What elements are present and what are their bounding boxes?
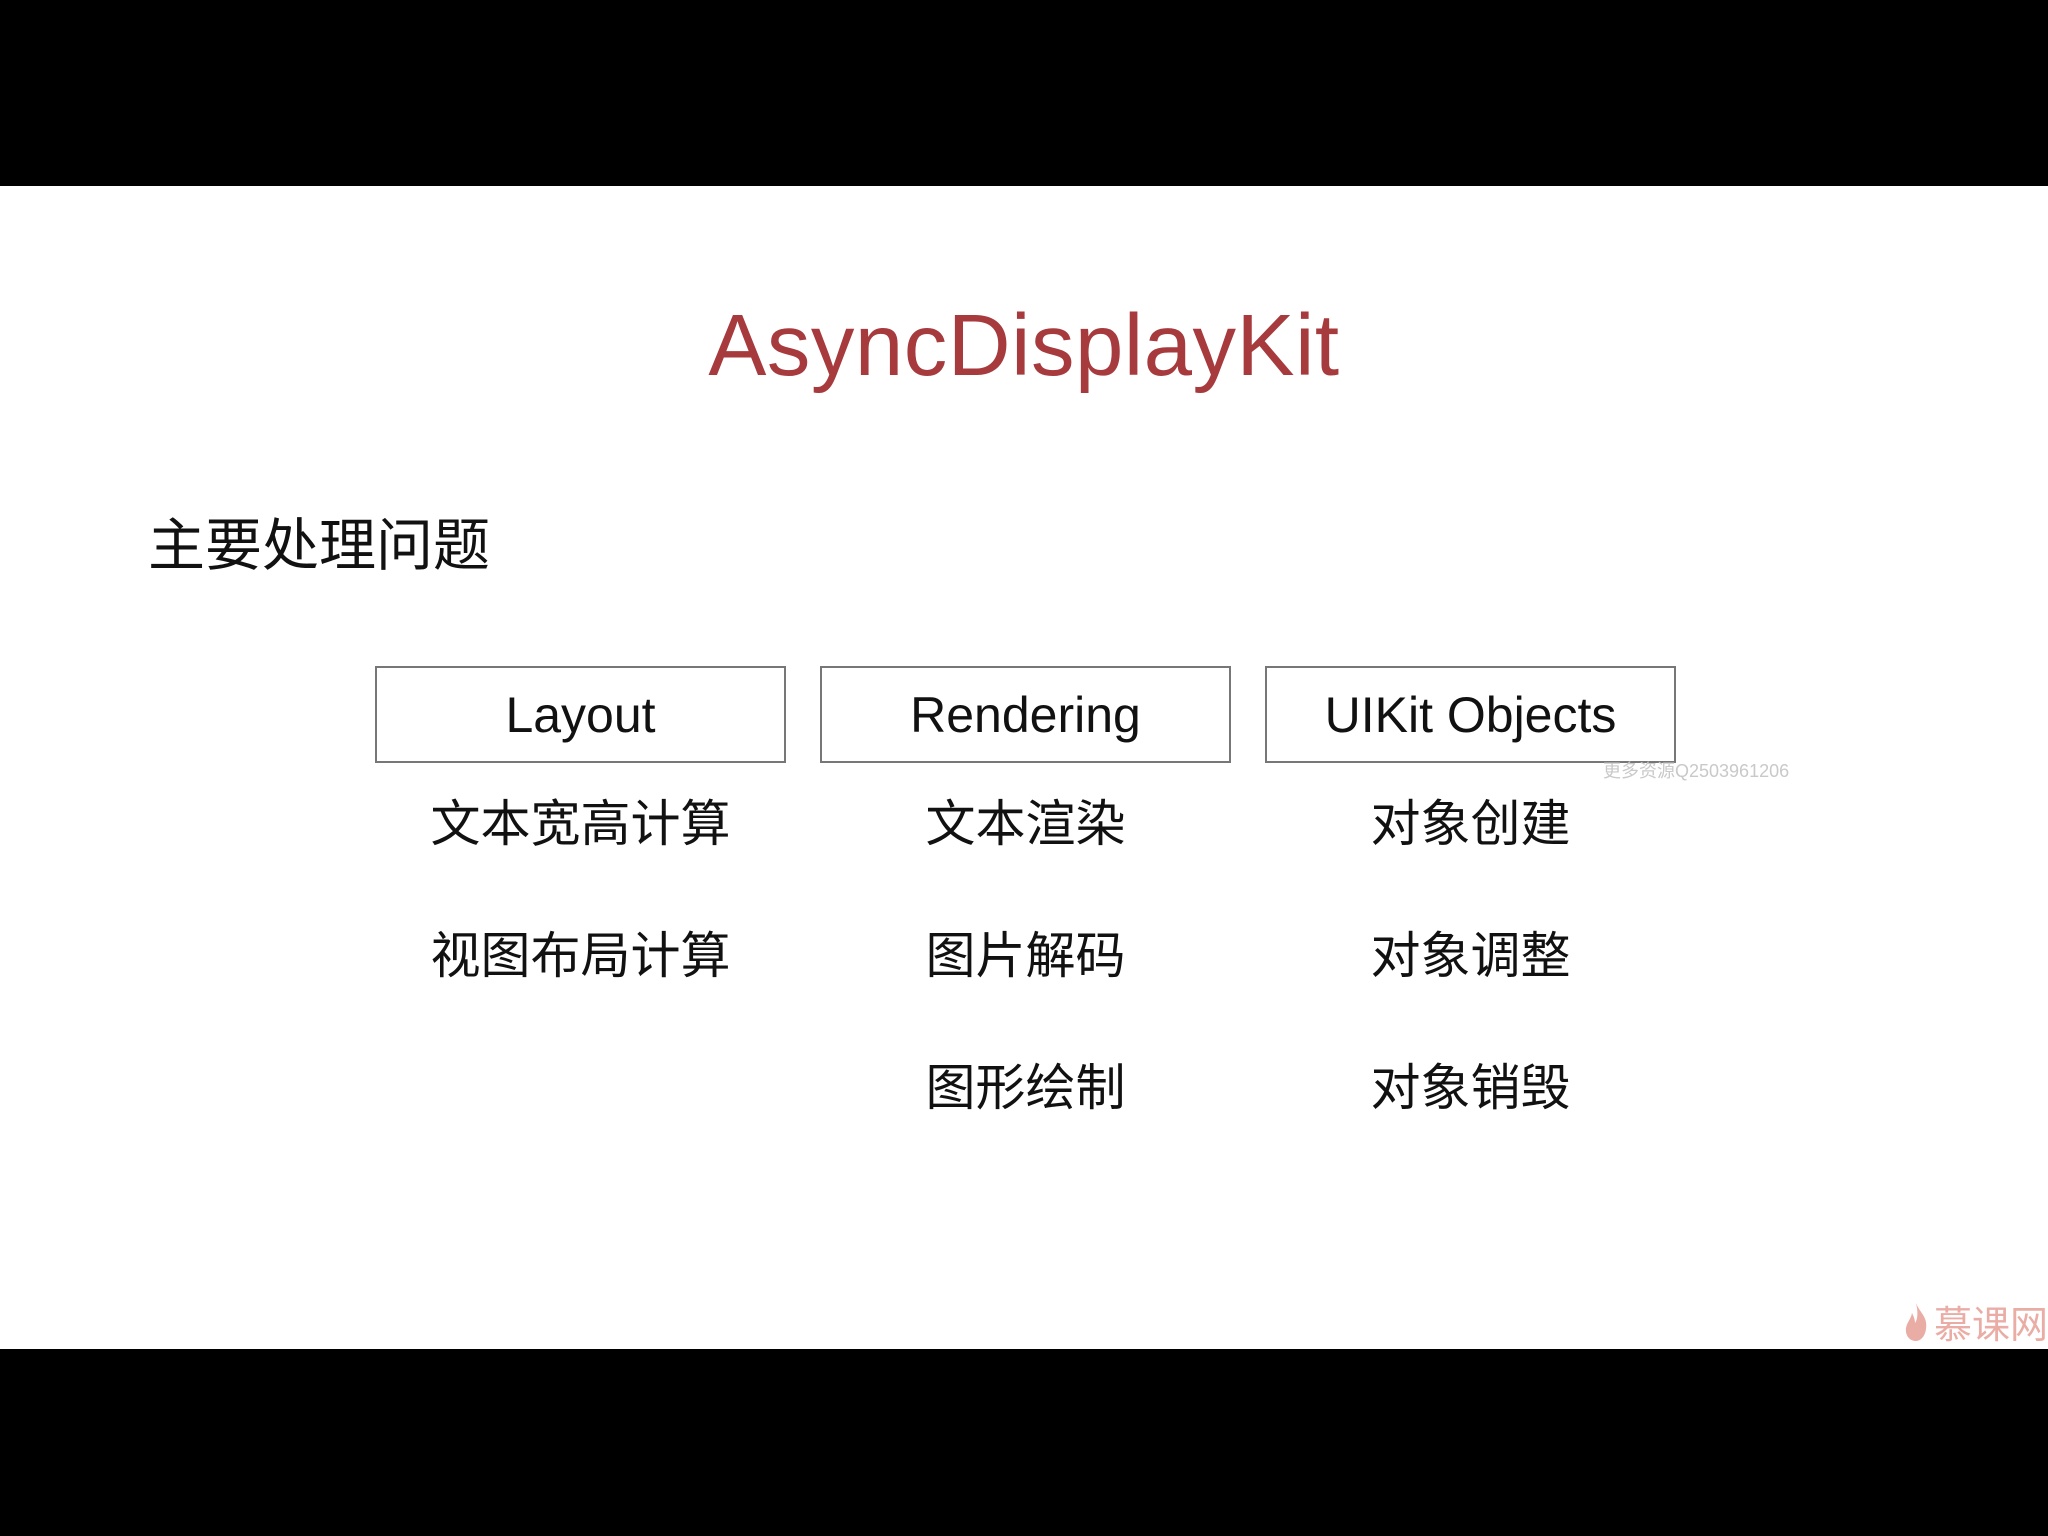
resource-watermark: 更多资源Q2503961206 xyxy=(1603,761,1790,781)
rendering-items: 文本渲染 图片解码 图形绘制 xyxy=(820,794,1231,1190)
slide: AsyncDisplayKit 主要处理问题 Layout Rendering … xyxy=(0,186,2048,1349)
list-item: 对象销毁 xyxy=(1370,1060,1571,1116)
list-item: 视图布局计算 xyxy=(430,928,731,984)
list-item: 图形绘制 xyxy=(925,1060,1126,1116)
uikit-objects-items: 对象创建 对象调整 对象销毁 xyxy=(1265,794,1676,1190)
list-item: 对象调整 xyxy=(1370,928,1571,984)
rendering-box-label: Rendering xyxy=(910,686,1141,743)
flame-icon xyxy=(1905,1302,1927,1341)
brand-logo-text: 慕课网 xyxy=(1933,1305,2048,1347)
slide-title: AsyncDisplayKit xyxy=(708,297,1340,394)
layout-box-label: Layout xyxy=(505,686,656,743)
list-item: 文本宽高计算 xyxy=(430,796,731,852)
uikit-objects-box: UIKit Objects xyxy=(1265,666,1676,763)
uikit-objects-box-label: UIKit Objects xyxy=(1324,686,1617,743)
video-frame: AsyncDisplayKit 主要处理问题 Layout Rendering … xyxy=(0,0,2048,1536)
list-item: 图片解码 xyxy=(925,928,1126,984)
brand-watermark: 慕课网 xyxy=(1902,1294,2048,1349)
rendering-box: Rendering xyxy=(820,666,1231,763)
list-item: 文本渲染 xyxy=(925,796,1126,852)
layout-box: Layout xyxy=(375,666,786,763)
slide-subtitle: 主要处理问题 xyxy=(148,514,490,578)
layout-items: 文本宽高计算 视图布局计算 xyxy=(375,794,786,1058)
list-item: 对象创建 xyxy=(1370,796,1571,852)
